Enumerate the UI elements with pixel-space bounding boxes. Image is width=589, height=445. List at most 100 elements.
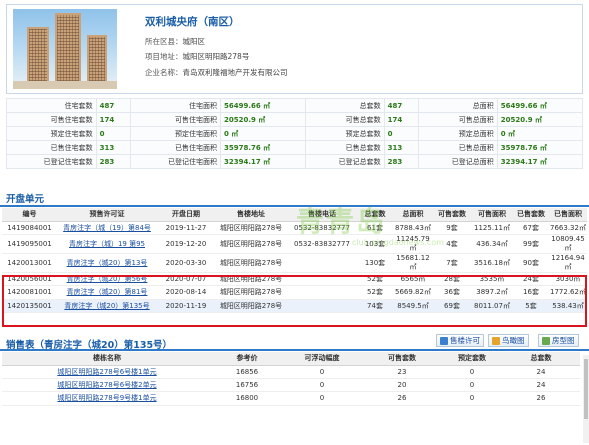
- permit-link[interactable]: 青房注字（城20）第56号: [67, 275, 148, 283]
- stat-label: 预定总套数: [305, 126, 385, 141]
- units-cell: 城阳区明阳路278号: [215, 234, 287, 254]
- units-cell: 436.34㎡: [471, 234, 513, 254]
- units-cell: 青房注字（城（19）第84号: [57, 221, 157, 235]
- scrollbar[interactable]: [583, 355, 589, 443]
- units-cell: 67套: [513, 221, 549, 235]
- units-cell: 5669.82㎡: [393, 285, 433, 300]
- units-cell: 538.43㎡: [549, 299, 587, 314]
- watermark-url: club.qingdaonews.com: [352, 238, 444, 247]
- sales-cell: 16800: [212, 391, 282, 406]
- units-cell: 52套: [357, 285, 393, 300]
- units-cell: 6565㎡: [393, 272, 433, 287]
- units-cell: 青房注字（城20）第13号: [57, 253, 157, 273]
- stat-value: 283: [95, 154, 132, 169]
- stat-label: 可售住宅面积: [130, 112, 221, 127]
- units-cell: [287, 253, 357, 273]
- sales-cell: 城阳区明阳路278号6号楼2单元: [2, 378, 212, 393]
- stat-label: 可售总面积: [418, 112, 498, 127]
- stats-row: 预定住宅套数 0 预定住宅面积 0 ㎡预定总套数 0 预定总面积 0 ㎡: [6, 126, 584, 141]
- sales-cell: 城阳区明阳路278号6号楼1单元: [2, 365, 212, 379]
- permit-button[interactable]: 售楼许可: [436, 334, 484, 347]
- permit-link[interactable]: 青房注字（城20）第135号: [64, 302, 149, 310]
- units-section-title: 开盘单元: [6, 194, 45, 205]
- floor-plan-button[interactable]: 房型图: [538, 334, 579, 347]
- sales-column-header: 楼栋名称: [2, 352, 212, 366]
- sales-cell: 20: [362, 378, 442, 393]
- units-cell: 9套: [433, 221, 471, 235]
- units-cell: 青房注字（城20）第56号: [57, 272, 157, 287]
- table-row: 1420013001 青房注字（城20）第13号 2020-03-30 城阳区明阳路2…: [2, 253, 587, 273]
- table-row: 1420081001 青房注字（城20）第81号 2020-08-14 城阳区明阳路2…: [2, 285, 587, 300]
- stat-value: 35978.76 ㎡: [496, 140, 584, 155]
- sales-column-header: 可浮动幅度: [282, 352, 362, 366]
- units-column-header: 已售面积: [549, 208, 587, 222]
- units-cell: 28套: [433, 272, 471, 287]
- project-title: 双利城央府（南区）: [145, 16, 240, 28]
- units-cell: 24套: [513, 272, 549, 287]
- sales-cell: 16856: [212, 365, 282, 379]
- building-link[interactable]: 城阳区明阳路278号6号楼1单元: [57, 368, 156, 376]
- stat-value: 0 ㎡: [219, 126, 307, 141]
- building-link[interactable]: 城阳区明阳路278号9号楼1单元: [57, 394, 156, 402]
- permit-link[interactable]: 青房注字（城（19）第84号: [63, 224, 151, 232]
- sales-section-divider: [0, 349, 589, 351]
- stat-value: 174: [383, 112, 420, 127]
- table-row: 1419095001 青房注字（城）19 第95 2019-12-20 城阳区明阳路2…: [2, 234, 587, 254]
- units-cell: 2020-08-14: [157, 285, 215, 300]
- sales-cell: 0: [282, 391, 362, 406]
- units-cell: 69套: [433, 299, 471, 314]
- stat-label: 已登记总面积: [418, 154, 498, 169]
- scrollbar-thumb[interactable]: [584, 359, 588, 419]
- units-cell: 3516.18㎡: [471, 253, 513, 273]
- building-link[interactable]: 城阳区明阳路278号6号楼2单元: [57, 381, 156, 389]
- units-cell: 8011.07㎡: [471, 299, 513, 314]
- permit-link[interactable]: 青房注字（城）19 第95: [69, 240, 145, 248]
- units-cell: 青房注字（城20）第81号: [57, 285, 157, 300]
- permit-link[interactable]: 青房注字（城20）第13号: [67, 259, 148, 267]
- sales-cell: 0: [442, 391, 502, 406]
- units-cell: 2020-07-07: [157, 272, 215, 287]
- units-cell: 城阳区明阳路278号: [215, 299, 287, 314]
- stat-label: 预定住宅面积: [130, 126, 221, 141]
- stat-label: 住宅套数: [6, 98, 97, 113]
- stat-label: 总面积: [418, 98, 498, 113]
- stat-value: 20520.9 ㎡: [496, 112, 584, 127]
- sales-cell: 城阳区明阳路278号9号楼1单元: [2, 391, 212, 406]
- units-column-header: 售楼地址: [215, 208, 287, 222]
- units-column-header: 编号: [2, 208, 57, 222]
- units-cell: [287, 299, 357, 314]
- units-cell: 15681.12㎡: [393, 253, 433, 273]
- sales-cell: 16756: [212, 378, 282, 393]
- units-cell: 3897.2㎡: [471, 285, 513, 300]
- units-column-header: 预售许可证: [57, 208, 157, 222]
- stat-value: 313: [383, 140, 420, 155]
- sales-column-header: 预定套数: [442, 352, 502, 366]
- table-row: 1420056001 青房注字（城20）第56号 2020-07-07 城阳区明阳路2…: [2, 272, 587, 287]
- units-cell: 7663.32㎡: [549, 221, 587, 235]
- address-row: 项目地址：城阳区明阳路278号: [145, 52, 250, 61]
- stat-label: 已售住宅套数: [6, 140, 97, 155]
- units-cell: 1125.11㎡: [471, 221, 513, 235]
- stat-label: 预定住宅套数: [6, 126, 97, 141]
- sales-cell: 26: [502, 391, 580, 406]
- company-row: 企业名称：青岛双利隆福地产开发有限公司: [145, 68, 288, 77]
- stat-value: 32394.17 ㎡: [496, 154, 584, 169]
- permit-icon: [440, 336, 448, 345]
- sales-cell: 0: [282, 378, 362, 393]
- units-cell: 74套: [357, 299, 393, 314]
- project-header: 双利城央府（南区） 所在区县：城阳区 项目地址：城阳区明阳路278号 企业名称：…: [6, 4, 583, 94]
- sales-cell: 0: [282, 365, 362, 379]
- aerial-view-button[interactable]: 鸟瞰图: [488, 334, 529, 347]
- stat-label: 可售住宅套数: [6, 112, 97, 127]
- watermark: 青青岛: [296, 205, 387, 238]
- units-column-header: 总面积: [393, 208, 433, 222]
- units-cell: 3030㎡: [549, 272, 587, 287]
- units-cell: 1419084001: [2, 221, 57, 235]
- stat-value: 20520.9 ㎡: [219, 112, 307, 127]
- project-stats-table: 住宅套数 487 住宅面积 56499.66 ㎡总套数 487 总面积 56499.66 ㎡…: [6, 98, 584, 169]
- permit-link[interactable]: 青房注字（城20）第81号: [67, 288, 148, 296]
- stats-row: 已登记住宅套数 283 已登记住宅面积 32394.17 ㎡已登记总套数 283 已登记总…: [6, 154, 584, 169]
- units-cell: 2020-11-19: [157, 299, 215, 314]
- units-cell: 16套: [513, 285, 549, 300]
- units-cell: 1419095001: [2, 234, 57, 254]
